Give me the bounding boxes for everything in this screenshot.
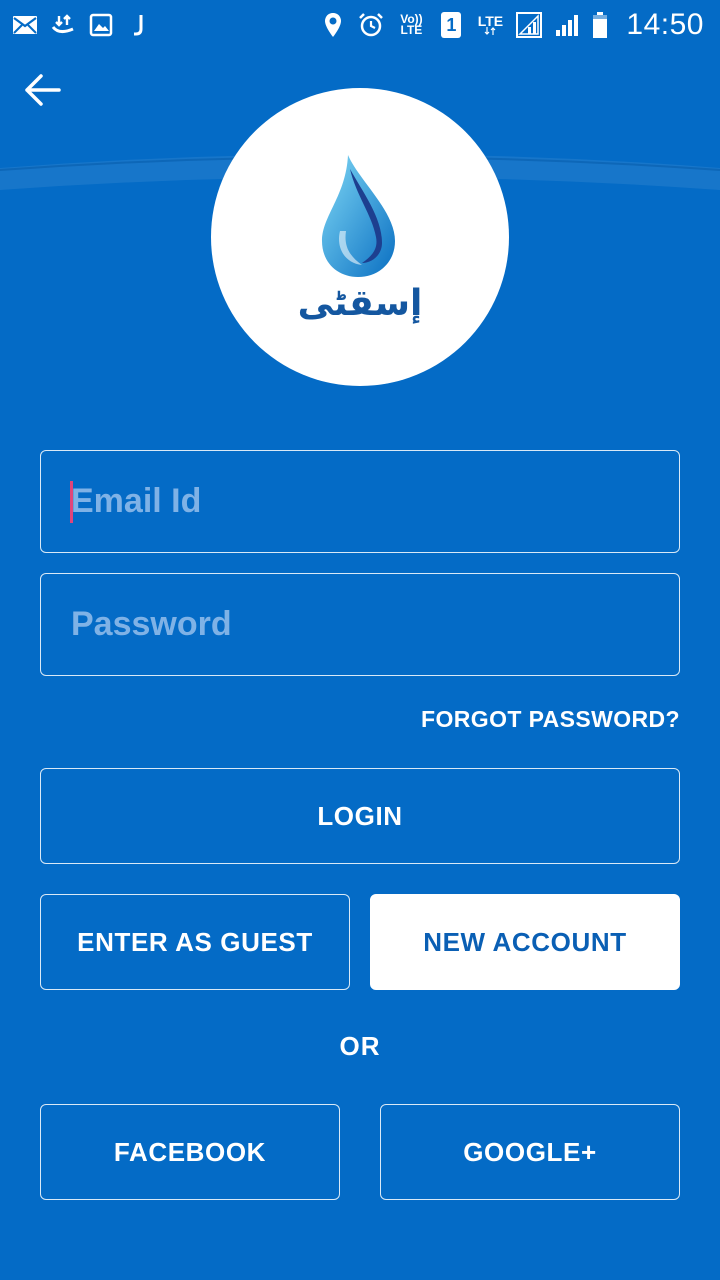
facebook-button[interactable]: FACEBOOK <box>40 1104 340 1200</box>
status-bar-left <box>12 12 152 38</box>
location-icon <box>320 12 346 38</box>
battery-icon <box>592 12 608 38</box>
j-icon <box>126 12 152 38</box>
arrow-left-icon <box>25 74 61 106</box>
sim-label: 1 <box>441 12 462 38</box>
back-button[interactable] <box>20 68 64 112</box>
signal-icon <box>554 12 580 38</box>
mail-icon <box>12 12 38 38</box>
password-field[interactable] <box>40 573 680 676</box>
alarm-icon <box>358 12 384 38</box>
login-button[interactable]: LOGIN <box>40 768 680 864</box>
sim-icon: 1 <box>438 12 464 38</box>
app-logo: إسقٹی <box>211 88 509 386</box>
email-field[interactable] <box>40 450 680 553</box>
enter-as-guest-button[interactable]: ENTER AS GUEST <box>40 894 350 990</box>
status-bar-right: Vo)) LTE 1 LTE 14:50 <box>320 8 704 42</box>
text-caret <box>70 481 73 523</box>
image-icon <box>88 12 114 38</box>
forgot-password-link[interactable]: FORGOT PASSWORD? <box>421 706 680 733</box>
or-divider: OR <box>339 1031 381 1061</box>
signal-r-icon <box>516 12 543 38</box>
email-input[interactable] <box>71 482 679 521</box>
new-account-button[interactable]: NEW ACCOUNT <box>370 894 680 990</box>
lte-icon: LTE <box>476 12 504 38</box>
password-input[interactable] <box>71 605 679 644</box>
volte-icon: Vo)) LTE <box>400 12 423 37</box>
status-bar: Vo)) LTE 1 LTE 14:50 <box>0 0 720 50</box>
logo-text: إسقٹی <box>297 282 423 324</box>
status-time: 14:50 <box>626 8 704 41</box>
google-plus-button[interactable]: GOOGLE+ <box>380 1104 680 1200</box>
water-drop-icon <box>322 154 395 277</box>
download-icon <box>50 12 76 38</box>
